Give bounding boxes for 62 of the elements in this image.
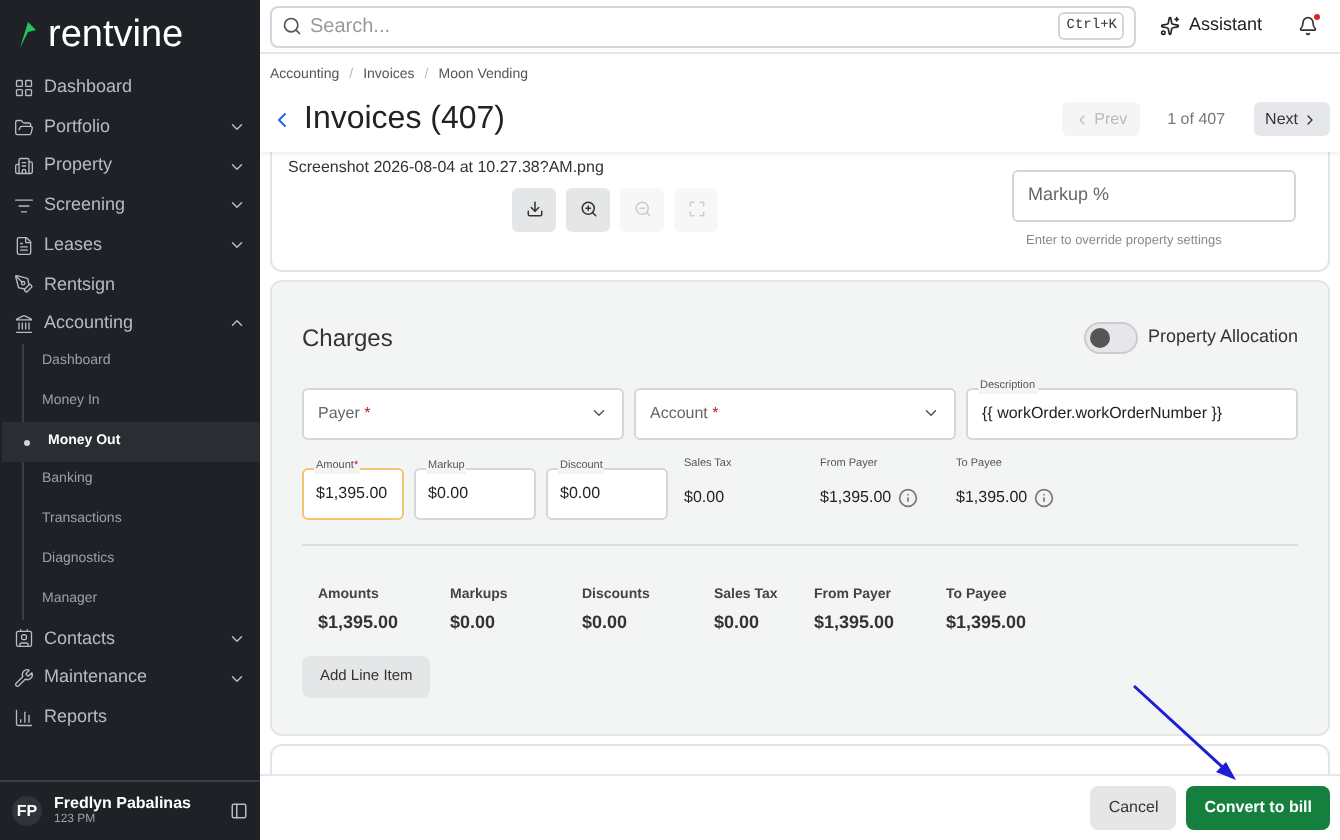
- info-icon[interactable]: [897, 487, 918, 508]
- nav-item[interactable]: Property: [0, 146, 260, 187]
- document-icon: [14, 235, 34, 256]
- allocation-label: Property Allocation: [1147, 323, 1298, 350]
- nav-item[interactable]: Reports: [0, 698, 260, 738]
- nav-item[interactable]: Accounting: [0, 304, 260, 344]
- cancel-button[interactable]: Cancel: [1090, 786, 1177, 830]
- viewer-tool-button[interactable]: [566, 187, 610, 231]
- viewer-tool-button[interactable]: [512, 187, 556, 231]
- account-select[interactable]: Account *: [634, 387, 956, 439]
- nav-item[interactable]: Leases: [0, 225, 260, 265]
- total-value: $0.00: [450, 610, 498, 636]
- grid-icon: [14, 77, 34, 98]
- chevron-down-icon: [922, 404, 940, 422]
- total-value: $0.00: [582, 610, 630, 636]
- assistant-button[interactable]: Assistant: [1152, 12, 1270, 40]
- info-icon[interactable]: [1033, 487, 1054, 508]
- charges-title: Charges: [302, 321, 395, 355]
- download-icon: [525, 200, 543, 218]
- pen-icon: [14, 274, 34, 295]
- nav-item[interactable]: Portfolio: [0, 107, 260, 147]
- nav-item[interactable]: Contacts: [0, 619, 260, 659]
- nav-item[interactable]: Screening: [0, 186, 260, 226]
- chevron-down-icon: [590, 404, 608, 422]
- page-title: Invoices (407): [304, 99, 507, 139]
- markup-field[interactable]: Markup %: [1012, 169, 1296, 221]
- annotation-arrow: [1130, 682, 1242, 786]
- nav-item[interactable]: Dashboard: [0, 68, 260, 108]
- building-icon: [14, 156, 34, 177]
- total-value: $1,395.00: [814, 610, 897, 636]
- collapse-panel-icon[interactable]: [230, 802, 248, 820]
- wrench-icon: [14, 668, 34, 689]
- user-name: Fredlyn Pabalinas: [54, 793, 193, 813]
- total-value: $0.00: [714, 610, 762, 636]
- allocation-toggle[interactable]: [1083, 321, 1138, 353]
- zoom-in-icon: [579, 200, 597, 218]
- folder-icon: [14, 117, 34, 138]
- user-avatar: FP: [12, 796, 42, 826]
- brand-logo: rentvine: [48, 15, 184, 53]
- sparkle-icon: [1160, 16, 1181, 36]
- total-value: $1,395.00: [318, 610, 401, 636]
- zoom-out-icon: [633, 200, 651, 218]
- payer-select[interactable]: Payer *: [302, 387, 624, 439]
- notification-bell-icon[interactable]: [1298, 16, 1318, 36]
- next-button[interactable]: Next: [1253, 102, 1330, 136]
- leaf-logo-icon: [16, 18, 40, 50]
- nav-item[interactable]: Maintenance: [0, 658, 260, 698]
- convert-to-bill-button[interactable]: Convert to bill: [1186, 786, 1330, 830]
- pager-text: 1 of 407: [1167, 107, 1226, 131]
- bank-icon: [14, 313, 34, 334]
- contact-card-icon: [14, 628, 34, 649]
- attachment-filename: Screenshot 2026-08-04 at 10.27.38?AM.png: [288, 155, 606, 179]
- nav-item[interactable]: Rentsign: [0, 264, 260, 305]
- bar-chart-icon: [14, 707, 34, 728]
- search-icon: [282, 16, 302, 36]
- fullscreen-icon: [687, 200, 705, 218]
- readout-value: $1,395.00: [956, 485, 1028, 510]
- readout-value: $1,395.00: [820, 485, 892, 510]
- readout-value: $0.00: [684, 485, 725, 510]
- total-value: $1,395.00: [946, 610, 1029, 636]
- list-icon: [14, 195, 34, 216]
- chevron-right-icon: [1302, 111, 1318, 127]
